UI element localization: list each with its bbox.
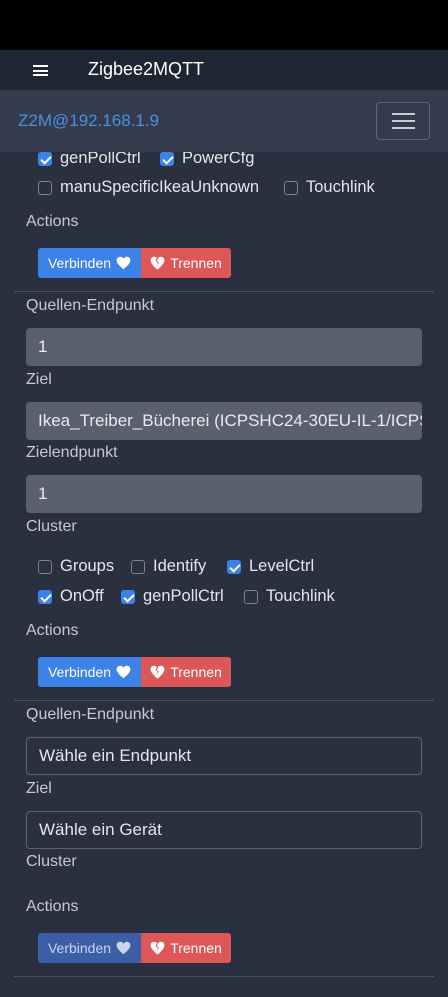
checkbox[interactable]	[38, 589, 52, 604]
checkbox[interactable]	[227, 559, 241, 574]
cluster-label: LevelCtrl	[249, 557, 315, 575]
navbar-brand[interactable]: Z2M@192.168.1.9	[18, 111, 159, 131]
cluster-checkbox-levelctrl[interactable]: LevelCtrl	[227, 557, 314, 576]
cluster-checkbox-onoff[interactable]: OnOff	[38, 587, 104, 606]
cluster-label: PowerCfg	[182, 152, 255, 167]
connect-button[interactable]: Verbinden	[38, 933, 141, 963]
cluster-checkbox-touchlink[interactable]: Touchlink	[284, 178, 375, 197]
source-endpoint-select[interactable]: 1	[26, 328, 422, 366]
checkbox[interactable]	[284, 180, 298, 195]
app-title: Zigbee2MQTT	[88, 59, 205, 79]
disconnect-button[interactable]: Trennen	[141, 657, 231, 687]
checkbox[interactable]	[121, 589, 135, 604]
checkbox[interactable]	[38, 152, 52, 166]
heart-broken-icon	[150, 941, 165, 955]
divider	[14, 291, 434, 292]
cluster-label: genPollCtrl	[143, 587, 224, 605]
cluster-label: Identify	[153, 557, 207, 575]
source-endpoint-label: Quellen-Endpunkt	[26, 297, 155, 314]
cluster-checkbox-groups[interactable]: Groups	[38, 557, 114, 576]
target-device-select[interactable]: Wähle ein Gerät	[26, 811, 422, 849]
cluster-label: Groups	[60, 557, 115, 575]
divider	[14, 976, 434, 977]
heart-icon	[116, 665, 131, 679]
disconnect-button[interactable]: Trennen	[141, 933, 231, 963]
connect-button[interactable]: Verbinden	[38, 248, 141, 278]
cluster-checkbox-manuspecificikeaunknown[interactable]: manuSpecificIkeaUnknown	[38, 178, 259, 197]
heart-broken-icon	[150, 256, 165, 270]
cluster-label: Touchlink	[266, 587, 335, 605]
navbar-toggler-button[interactable]	[376, 102, 430, 140]
bindings-content: genPollCtrl PowerCfg manuSpecificIkeaUnk…	[0, 152, 448, 997]
checkbox[interactable]	[131, 559, 145, 574]
cluster-label-heading: Cluster	[26, 853, 77, 870]
heart-icon	[116, 256, 131, 270]
cluster-checkbox-powercfg[interactable]: PowerCfg	[160, 152, 254, 168]
cluster-label: genPollCtrl	[60, 152, 141, 167]
cluster-checkbox-identify[interactable]: Identify	[131, 557, 206, 576]
disconnect-button[interactable]: Trennen	[141, 248, 231, 278]
actions-label: Actions	[26, 622, 79, 639]
cluster-checkbox-genpollctrl[interactable]: genPollCtrl	[38, 152, 141, 168]
divider	[14, 700, 434, 701]
actions-label: Actions	[26, 213, 79, 230]
cluster-label: OnOff	[60, 587, 104, 605]
actions-label: Actions	[26, 898, 79, 915]
binding-actions: Verbinden Trennen	[38, 657, 231, 687]
heart-icon	[116, 941, 131, 955]
target-endpoint-label: Zielendpunkt	[26, 444, 118, 461]
checkbox[interactable]	[160, 152, 174, 166]
target-endpoint-select[interactable]: 1	[26, 475, 422, 513]
cluster-checkbox-touchlink[interactable]: Touchlink	[244, 587, 335, 606]
binding-actions: Verbinden Trennen	[38, 248, 231, 278]
hamburger-menu-icon[interactable]	[33, 65, 48, 76]
cluster-label: Touchlink	[306, 178, 375, 196]
binding-actions: Verbinden Trennen	[38, 933, 231, 963]
target-label: Ziel	[26, 371, 52, 388]
cluster-label-heading: Cluster	[26, 518, 77, 535]
heart-broken-icon	[150, 665, 165, 679]
cluster-checkbox-genpollctrl[interactable]: genPollCtrl	[121, 587, 224, 606]
checkbox[interactable]	[38, 180, 52, 195]
checkbox[interactable]	[38, 559, 52, 574]
source-endpoint-label: Quellen-Endpunkt	[26, 706, 155, 723]
source-endpoint-select[interactable]: Wähle ein Endpunkt	[26, 737, 422, 775]
target-label: Ziel	[26, 780, 52, 797]
connect-button[interactable]: Verbinden	[38, 657, 141, 687]
target-device-select[interactable]: Ikea_Treiber_Bücherei (ICPSHC24-30EU-IL-…	[26, 402, 422, 440]
cluster-label: manuSpecificIkeaUnknown	[60, 178, 260, 196]
app-bar: Zigbee2MQTT	[0, 50, 448, 90]
checkbox[interactable]	[244, 589, 258, 604]
status-bar	[0, 0, 448, 50]
